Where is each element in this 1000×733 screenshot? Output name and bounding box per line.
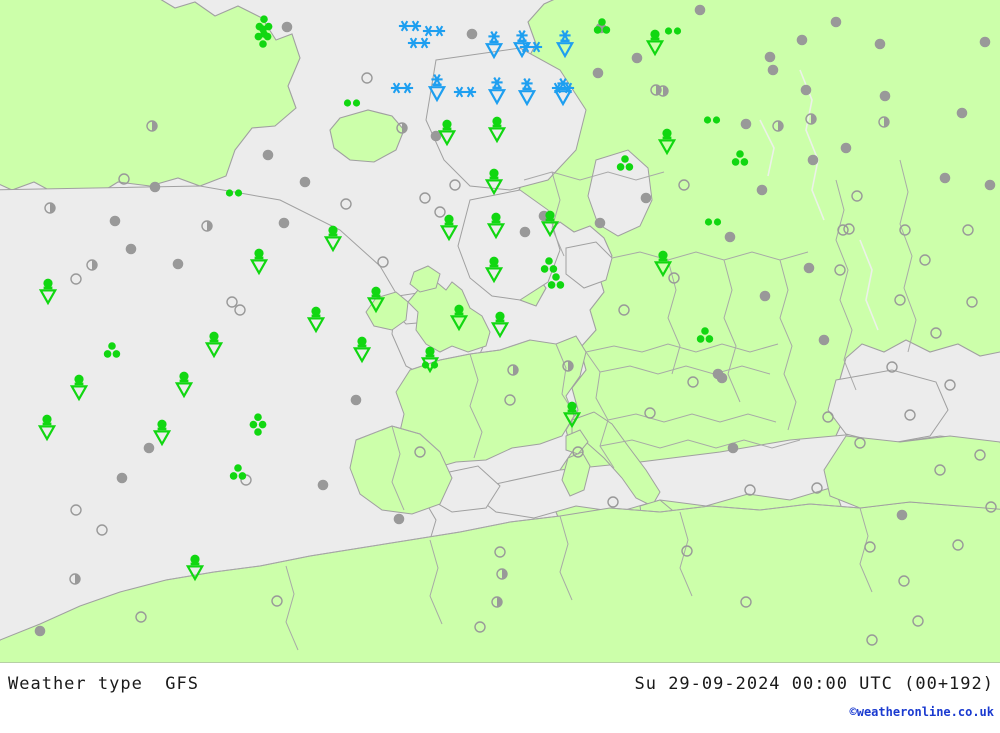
copyright-label: ©weatheronline.co.uk xyxy=(849,705,995,719)
map-canvas[interactable] xyxy=(0,0,1000,663)
footer-datetime: Su 29-09-2024 00:00 UTC (00+192) xyxy=(634,674,994,694)
weather-map-page: Weather type GFS Su 29-09-2024 00:00 UTC… xyxy=(0,0,1000,733)
map-footer: Weather type GFS Su 29-09-2024 00:00 UTC… xyxy=(0,663,1000,733)
footer-title: Weather type GFS xyxy=(8,674,199,694)
map-geography xyxy=(0,0,1000,663)
